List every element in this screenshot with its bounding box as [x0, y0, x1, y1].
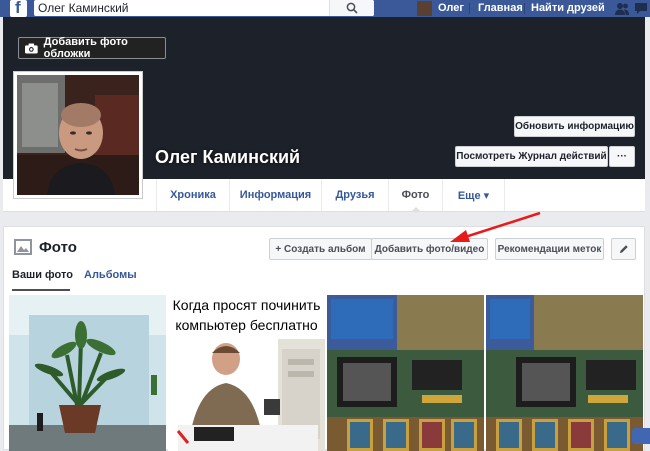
nav-divider [469, 3, 470, 14]
subtab-active-indicator [12, 289, 70, 291]
chat-tab[interactable] [632, 428, 650, 444]
nav-avatar[interactable] [417, 1, 432, 16]
nav-divider [524, 3, 525, 14]
photo-motherboard-image [486, 295, 643, 451]
subtab-albums[interactable]: Альбомы [84, 269, 137, 281]
view-activity-log-button[interactable]: Посмотреть Журнал действий [455, 146, 608, 167]
profile-photo-image [17, 75, 139, 195]
pencil-icon [619, 245, 628, 253]
top-navigation-bar: f Олег Главная Найти друзей [0, 0, 650, 17]
search-button[interactable] [329, 0, 374, 16]
nav-home-link[interactable]: Главная [478, 2, 523, 14]
update-info-button[interactable]: Обновить информацию [514, 116, 635, 137]
facebook-logo-letter: f [15, 0, 21, 17]
search-input[interactable] [38, 0, 338, 16]
photo-thumbnail[interactable]: Когда просят починить компьютер бесплатн… [168, 295, 325, 451]
photo-motherboard-image [327, 295, 484, 451]
photos-icon [14, 239, 32, 255]
search-icon [346, 2, 358, 14]
photo-plant-image [9, 295, 166, 451]
photos-section-title: Фото [39, 239, 77, 256]
photo-thumbnail[interactable] [327, 295, 484, 451]
tab-divider [504, 179, 505, 211]
photo-thumbnail[interactable] [9, 295, 166, 451]
profile-picture[interactable] [14, 72, 142, 198]
add-photo-video-button[interactable]: Добавить фото/видео [371, 238, 488, 260]
nav-profile-link[interactable]: Олег [438, 2, 464, 14]
create-album-button[interactable]: + Создать альбом [269, 238, 372, 260]
camera-icon [25, 43, 38, 53]
meme-caption-line-1: Когда просят починить [172, 297, 321, 313]
tab-timeline[interactable]: Хроника [156, 179, 229, 211]
profile-name[interactable]: Олег Каминский [155, 147, 300, 168]
facebook-logo[interactable]: f [10, 0, 27, 17]
subtab-your-photos[interactable]: Ваши фото [12, 269, 73, 281]
search-box [34, 0, 374, 16]
add-cover-photo-label: Добавить фото обложки [43, 36, 128, 60]
photo-thumbnail[interactable] [486, 295, 643, 451]
add-cover-photo-button[interactable]: Добавить фото обложки [18, 36, 166, 60]
tab-about[interactable]: Информация [229, 179, 321, 211]
tag-suggestions-button[interactable]: Рекомендации меток [495, 238, 604, 260]
messages-icon[interactable] [633, 1, 649, 16]
nav-find-friends-link[interactable]: Найти друзей [531, 2, 605, 14]
meme-caption-line-2: компьютер бесплатно [175, 317, 318, 333]
edit-button[interactable] [611, 238, 636, 260]
photo-meme-image [168, 339, 325, 451]
friends-icon[interactable] [614, 1, 630, 16]
tab-more[interactable]: Еще ▾ [442, 179, 504, 211]
photos-section: Фото + Создать альбом Добавить фото/виде… [3, 226, 645, 451]
more-options-button[interactable]: ··· [609, 146, 635, 167]
tab-photos[interactable]: Фото [388, 179, 442, 212]
tab-friends[interactable]: Друзья [321, 179, 388, 211]
